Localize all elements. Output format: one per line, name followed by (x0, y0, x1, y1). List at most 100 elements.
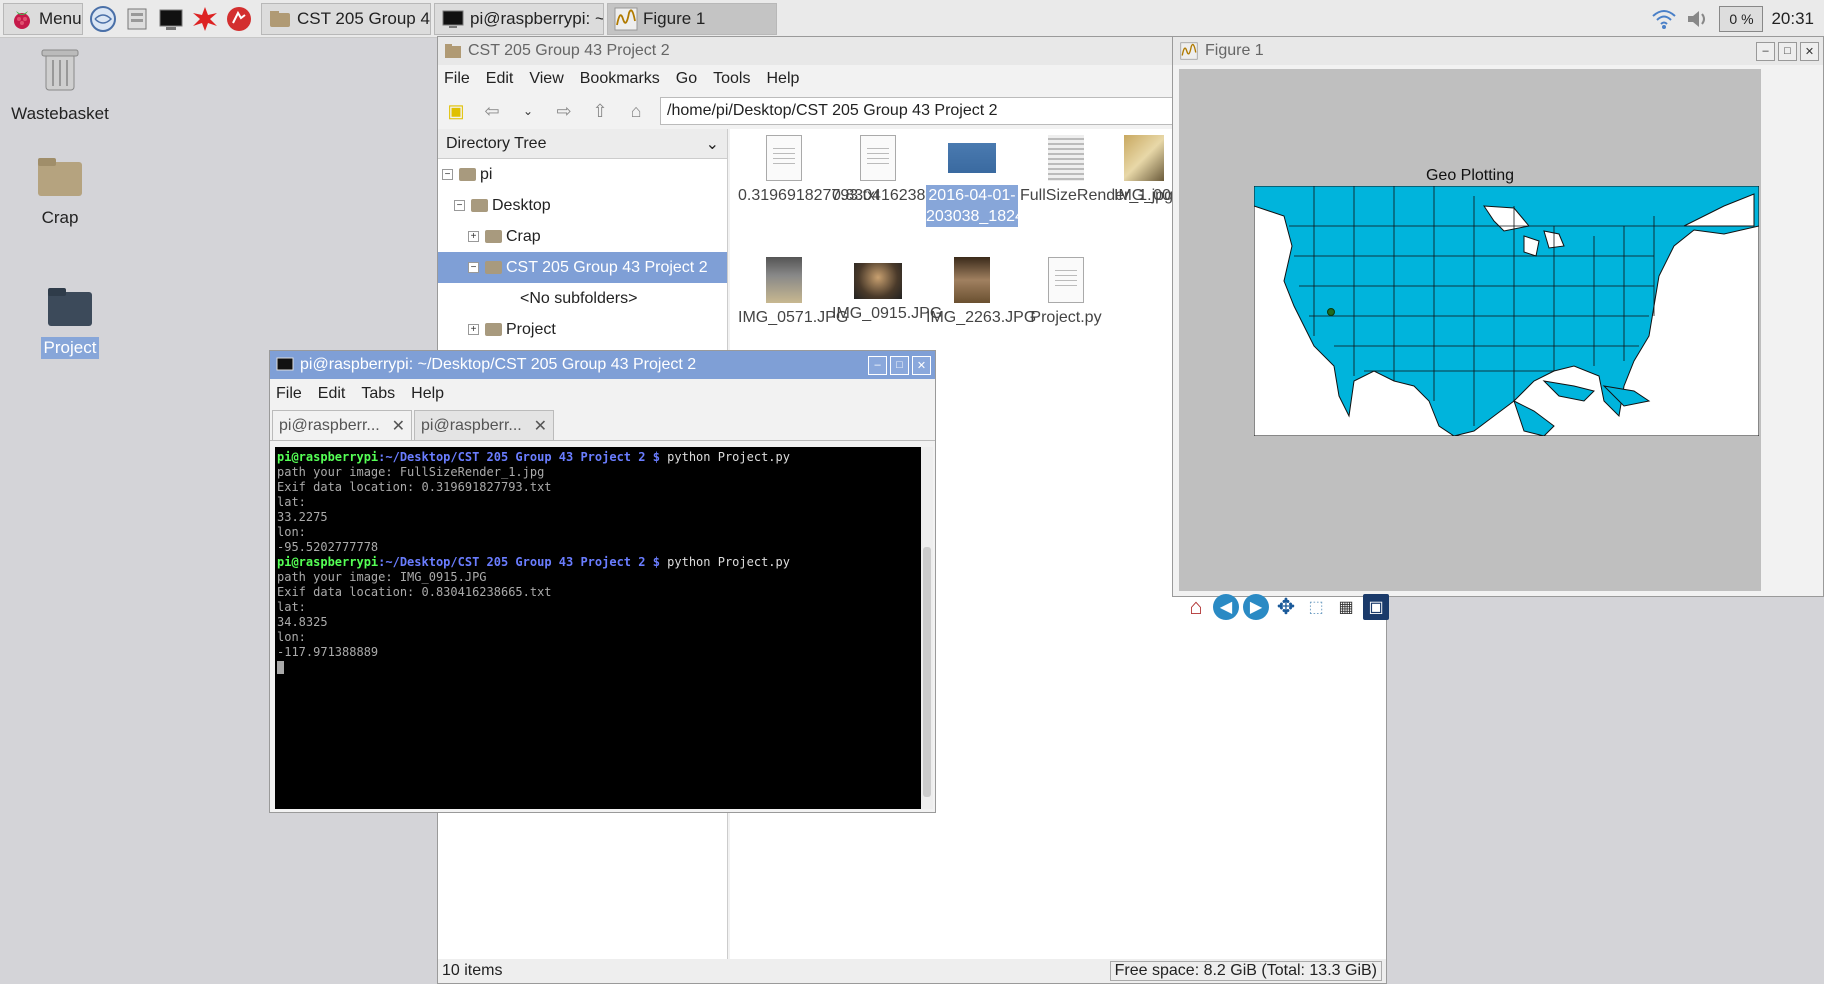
collapse-icon[interactable]: − (454, 200, 465, 211)
file-item[interactable]: IMG_0915.JPG (832, 257, 942, 324)
close-icon[interactable]: ✕ (392, 416, 405, 436)
menu-help[interactable]: Help (766, 70, 799, 88)
file-item[interactable]: 2016-04-01-203038_1824x984_scr... (926, 135, 1101, 227)
terminal-line: lat: (277, 495, 306, 509)
task-terminal[interactable]: pi@raspberrypi: ~/De... (434, 2, 604, 35)
volume-icon[interactable] (1685, 8, 1711, 30)
mathematica-icon[interactable] (191, 5, 219, 33)
menu-view[interactable]: View (529, 70, 563, 88)
desktop-icon-project[interactable]: Project (10, 284, 130, 359)
tree-item-label: pi (480, 165, 493, 183)
tree-item-crap[interactable]: + Crap (438, 221, 727, 252)
wolfram-icon[interactable] (225, 5, 253, 33)
desktop-icon-crap[interactable]: Crap (0, 154, 120, 229)
forward-icon[interactable]: ⇨ (552, 99, 576, 123)
system-tray: 0 % 20:31 (1651, 5, 1824, 32)
close-icon[interactable]: ✕ (1800, 41, 1819, 61)
sidebar-mode-select[interactable]: Directory Tree ⌄ (438, 129, 727, 159)
menu-tabs[interactable]: Tabs (361, 385, 395, 403)
tab-label: pi@raspberr... (421, 416, 522, 434)
zoom-icon[interactable]: ⬚ (1303, 594, 1329, 620)
file-item[interactable]: FullSizeRender_1.jpg (1020, 135, 1173, 206)
up-icon[interactable]: ⇧ (588, 99, 612, 123)
folder-icon (485, 261, 502, 274)
back-icon[interactable]: ◀ (1213, 594, 1239, 620)
desktop-icon-label: Wastebasket (11, 104, 109, 123)
file-item[interactable]: Project.py (1020, 257, 1112, 328)
tree-item-pi[interactable]: − pi (438, 159, 727, 190)
tab-terminal-1[interactable]: pi@raspberr... ✕ (272, 410, 412, 440)
file-item[interactable]: IMG_0571.JPG (738, 257, 848, 328)
tree-item-project[interactable]: + Project (438, 314, 727, 345)
file-item[interactable]: 0.830416238665.txt (832, 135, 973, 206)
file-name: IMG_00...PG (1114, 187, 1174, 204)
tree-item-label: CST 205 Group 43 Project 2 (506, 258, 708, 276)
expand-icon[interactable]: + (468, 324, 479, 335)
menu-bookmarks[interactable]: Bookmarks (580, 70, 660, 88)
task-file-manager[interactable]: CST 205 Group 43 Pr... (261, 2, 431, 35)
tree-item-label: Project (506, 320, 556, 338)
menu-help[interactable]: Help (411, 385, 444, 403)
prompt-user: pi@raspberrypi (277, 555, 379, 569)
taskbar: Menu CST 205 Group 43 Pr... pi@raspberry… (0, 0, 1824, 38)
home-icon[interactable]: ⌂ (624, 99, 648, 123)
home-icon[interactable]: ⌂ (1183, 594, 1209, 620)
browser-icon[interactable] (89, 5, 117, 33)
menu-file[interactable]: File (444, 70, 470, 88)
close-icon[interactable]: ✕ (534, 416, 547, 436)
pan-icon[interactable]: ✥ (1273, 594, 1299, 620)
history-dropdown-icon[interactable]: ⌄ (516, 99, 540, 123)
figure-titlebar[interactable]: Figure 1 – □ ✕ (1173, 37, 1823, 65)
tree-item-desktop[interactable]: − Desktop (438, 190, 727, 221)
task-label: CST 205 Group 43 Pr... (297, 8, 430, 28)
folder-icon (485, 323, 502, 336)
tab-label: pi@raspberr... (279, 416, 380, 434)
terminal-icon (276, 357, 294, 371)
save-icon[interactable]: ▣ (1363, 594, 1389, 620)
terminal-line: 33.2275 (277, 510, 328, 524)
figure-canvas[interactable]: Geo Plotting (1179, 69, 1761, 591)
file-manager-icon[interactable] (123, 5, 151, 33)
new-tab-icon[interactable]: ▣ (444, 99, 468, 123)
file-item[interactable]: IMG_00...PG (1114, 135, 1174, 206)
maximize-icon[interactable]: □ (1778, 41, 1797, 61)
minimize-icon[interactable]: – (1756, 41, 1775, 61)
menu-tools[interactable]: Tools (713, 70, 750, 88)
image-thumbnail (854, 263, 902, 299)
terminal-icon[interactable] (157, 5, 185, 33)
wifi-icon[interactable] (1651, 8, 1677, 30)
close-icon[interactable]: ✕ (912, 355, 931, 375)
clock[interactable]: 20:31 (1771, 9, 1814, 29)
directory-tree: − pi − Desktop + Crap − CST 205 Group 43… (438, 159, 727, 345)
maximize-icon[interactable]: □ (890, 355, 909, 375)
image-thumbnail (766, 257, 802, 303)
collapse-icon[interactable]: − (468, 262, 479, 273)
home-folder-icon (459, 168, 476, 181)
subplots-icon[interactable]: ▦ (1333, 594, 1359, 620)
terminal-scrollbar[interactable] (921, 447, 933, 809)
terminal-output[interactable]: pi@raspberrypi:~/Desktop/CST 205 Group 4… (275, 447, 923, 809)
file-item[interactable]: 0.319691827793.txt (738, 135, 879, 206)
back-icon[interactable]: ⇦ (480, 99, 504, 123)
menu-edit[interactable]: Edit (486, 70, 514, 88)
menu-go[interactable]: Go (676, 70, 697, 88)
menu-edit[interactable]: Edit (318, 385, 346, 403)
tree-item-cst205[interactable]: − CST 205 Group 43 Project 2 (438, 252, 727, 283)
location-marker (1327, 308, 1335, 316)
forward-icon[interactable]: ▶ (1243, 594, 1269, 620)
terminal-titlebar[interactable]: pi@raspberrypi: ~/Desktop/CST 205 Group … (270, 351, 935, 379)
expand-icon[interactable]: + (468, 231, 479, 242)
figure-toolbar: ⌂ ◀ ▶ ✥ ⬚ ▦ ▣ (1179, 592, 1389, 622)
terminal-line: lon: (277, 525, 306, 539)
desktop-icon-wastebasket[interactable]: Wastebasket (0, 44, 120, 125)
menu-file[interactable]: File (276, 385, 302, 403)
terminal-line: lat: (277, 600, 306, 614)
raspberry-icon (14, 10, 30, 29)
desktop-icon-label: Crap (41, 208, 79, 227)
minimize-icon[interactable]: – (868, 355, 887, 375)
file-item[interactable]: IMG_2263.JPG (926, 257, 1036, 328)
task-figure[interactable]: Figure 1 (607, 2, 777, 35)
tab-terminal-2[interactable]: pi@raspberr... ✕ (414, 410, 554, 440)
menu-button[interactable]: Menu (3, 2, 83, 35)
collapse-icon[interactable]: − (442, 169, 453, 180)
